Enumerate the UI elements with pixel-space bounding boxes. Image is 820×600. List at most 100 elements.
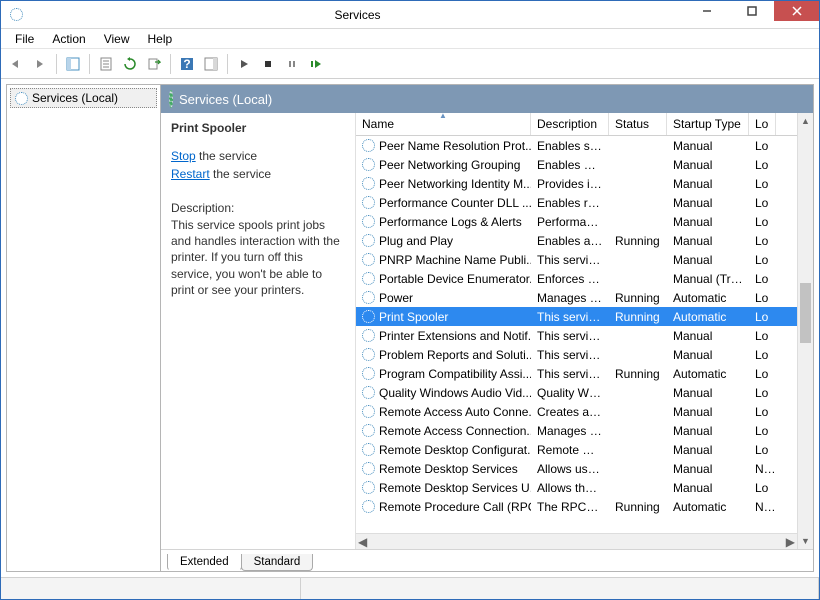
service-status bbox=[609, 202, 667, 204]
forward-button[interactable] bbox=[29, 53, 51, 75]
service-row[interactable]: Quality Windows Audio Vid...Quality Win.… bbox=[356, 383, 797, 402]
service-name: Peer Networking Grouping bbox=[379, 158, 520, 172]
service-name: Remote Access Connection... bbox=[379, 424, 531, 438]
results-pane: Services (Local) Print Spooler Stop the … bbox=[161, 84, 814, 572]
service-logon: Lo bbox=[749, 214, 776, 230]
maximize-button[interactable] bbox=[729, 1, 774, 21]
scroll-left-icon[interactable]: ◀ bbox=[358, 535, 367, 549]
gear-icon bbox=[362, 158, 375, 171]
service-row[interactable]: Remote Desktop Services U...Allows the r… bbox=[356, 478, 797, 497]
restart-service-button[interactable] bbox=[305, 53, 327, 75]
pause-service-button[interactable] bbox=[281, 53, 303, 75]
tree-node-services-local[interactable]: Services (Local) bbox=[10, 88, 157, 108]
service-row[interactable]: Remote Desktop Configurat...Remote Des..… bbox=[356, 440, 797, 459]
service-row[interactable]: Performance Counter DLL ...Enables rem..… bbox=[356, 193, 797, 212]
service-startup: Manual bbox=[667, 385, 749, 401]
service-status: Running bbox=[609, 290, 667, 306]
gear-icon bbox=[362, 424, 375, 437]
service-description: Manages p... bbox=[531, 290, 609, 306]
list-body[interactable]: Peer Name Resolution Prot...Enables serv… bbox=[356, 136, 797, 533]
tab-standard[interactable]: Standard bbox=[241, 554, 314, 571]
restart-suffix: the service bbox=[210, 167, 271, 181]
show-hide-action-pane-button[interactable] bbox=[200, 53, 222, 75]
menu-view[interactable]: View bbox=[96, 30, 138, 48]
service-description: This service ... bbox=[531, 309, 609, 325]
scroll-right-icon[interactable]: ▶ bbox=[786, 535, 795, 549]
restart-link[interactable]: Restart bbox=[171, 167, 210, 181]
service-row[interactable]: Program Compatibility Assi...This servic… bbox=[356, 364, 797, 383]
service-logon: Lo bbox=[749, 347, 776, 363]
service-description: This service ... bbox=[531, 252, 609, 268]
service-row[interactable]: Peer Name Resolution Prot...Enables serv… bbox=[356, 136, 797, 155]
service-row[interactable]: Remote Desktop ServicesAllows user...Man… bbox=[356, 459, 797, 478]
close-button[interactable] bbox=[774, 1, 819, 21]
column-logon[interactable]: Lo bbox=[749, 113, 776, 135]
start-service-button[interactable] bbox=[233, 53, 255, 75]
service-description: Provides ide... bbox=[531, 176, 609, 192]
scroll-up-icon[interactable]: ▲ bbox=[798, 113, 813, 129]
scroll-thumb[interactable] bbox=[800, 283, 811, 343]
menu-action[interactable]: Action bbox=[44, 30, 93, 48]
stop-service-button[interactable] bbox=[257, 53, 279, 75]
console-tree[interactable]: Services (Local) bbox=[6, 84, 161, 572]
window-title: Services bbox=[31, 8, 684, 22]
service-row[interactable]: Remote Access Auto Conne...Creates a co.… bbox=[356, 402, 797, 421]
minimize-button[interactable] bbox=[684, 1, 729, 21]
service-logon: Lo bbox=[749, 442, 776, 458]
service-status bbox=[609, 449, 667, 451]
service-row[interactable]: Printer Extensions and Notif...This serv… bbox=[356, 326, 797, 345]
menu-file[interactable]: File bbox=[7, 30, 42, 48]
show-hide-tree-button[interactable] bbox=[62, 53, 84, 75]
view-tabs: Extended Standard bbox=[161, 549, 813, 571]
column-description[interactable]: Description bbox=[531, 113, 609, 135]
service-logon: Lo bbox=[749, 309, 776, 325]
results-header: Services (Local) bbox=[161, 85, 813, 113]
service-description: Manages di... bbox=[531, 423, 609, 439]
service-row[interactable]: Print SpoolerThis service ...RunningAuto… bbox=[356, 307, 797, 326]
properties-button[interactable] bbox=[95, 53, 117, 75]
titlebar: Services bbox=[1, 1, 819, 29]
gear-icon bbox=[169, 92, 173, 106]
horizontal-scrollbar[interactable]: ◀▶ bbox=[356, 533, 797, 549]
service-startup: Manual bbox=[667, 404, 749, 420]
service-startup: Manual bbox=[667, 480, 749, 496]
export-button[interactable] bbox=[143, 53, 165, 75]
service-row[interactable]: Portable Device Enumerator...Enforces gr… bbox=[356, 269, 797, 288]
refresh-button[interactable] bbox=[119, 53, 141, 75]
service-status bbox=[609, 183, 667, 185]
scroll-down-icon[interactable]: ▼ bbox=[798, 533, 813, 549]
toolbar-separator bbox=[56, 54, 57, 74]
service-logon: Lo bbox=[749, 233, 776, 249]
service-row[interactable]: Peer Networking Identity M...Provides id… bbox=[356, 174, 797, 193]
service-row[interactable]: Remote Access Connection...Manages di...… bbox=[356, 421, 797, 440]
service-row[interactable]: Problem Reports and Soluti...This servic… bbox=[356, 345, 797, 364]
column-status[interactable]: Status bbox=[609, 113, 667, 135]
service-description: Enables rem... bbox=[531, 195, 609, 211]
svg-text:?: ? bbox=[183, 57, 190, 71]
window-controls bbox=[684, 1, 819, 28]
gear-icon bbox=[362, 348, 375, 361]
service-startup: Manual (Trig... bbox=[667, 271, 749, 287]
service-description: Enables serv... bbox=[531, 138, 609, 154]
stop-link[interactable]: Stop bbox=[171, 149, 196, 163]
service-row[interactable]: PNRP Machine Name Publi...This service .… bbox=[356, 250, 797, 269]
vertical-scrollbar[interactable]: ▲ ▼ bbox=[797, 113, 813, 549]
service-logon: Lo bbox=[749, 195, 776, 211]
service-logon: Lo bbox=[749, 290, 776, 306]
service-row[interactable]: PowerManages p...RunningAutomaticLo bbox=[356, 288, 797, 307]
column-name[interactable]: Name▲ bbox=[356, 113, 531, 135]
service-row[interactable]: Performance Logs & AlertsPerformanc...Ma… bbox=[356, 212, 797, 231]
service-startup: Manual bbox=[667, 252, 749, 268]
status-cell bbox=[301, 578, 819, 599]
service-row[interactable]: Plug and PlayEnables a c...RunningManual… bbox=[356, 231, 797, 250]
column-startup-type[interactable]: Startup Type bbox=[667, 113, 749, 135]
menu-help[interactable]: Help bbox=[140, 30, 181, 48]
tab-extended[interactable]: Extended bbox=[167, 554, 242, 571]
help-button[interactable]: ? bbox=[176, 53, 198, 75]
service-row[interactable]: Peer Networking GroupingEnables mul...Ma… bbox=[356, 155, 797, 174]
gear-icon bbox=[362, 291, 375, 304]
service-row[interactable]: Remote Procedure Call (RPC)The RPCSS ...… bbox=[356, 497, 797, 516]
service-name: Printer Extensions and Notif... bbox=[379, 329, 531, 343]
service-logon: Lo bbox=[749, 480, 776, 496]
back-button[interactable] bbox=[5, 53, 27, 75]
